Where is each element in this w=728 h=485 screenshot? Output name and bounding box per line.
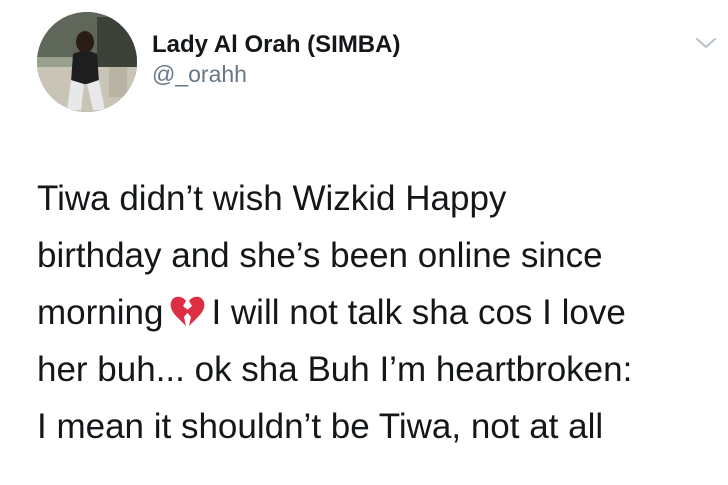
- tweet-text: Tiwa didn’t wish Wizkid Happy birthday a…: [37, 170, 717, 455]
- tweet-line-segment: morning: [37, 293, 164, 332]
- author-names: Lady Al Orah (SIMBA) @_orahh: [152, 30, 400, 88]
- user-handle[interactable]: @_orahh: [152, 60, 400, 88]
- profile-photo: [37, 12, 137, 112]
- avatar[interactable]: [37, 12, 137, 112]
- tweet-line: I mean it shouldn’t be Tiwa, not at all: [37, 407, 604, 446]
- tweet-line: morning I will not talk sha cos I love: [37, 284, 717, 341]
- tweet-line: her buh... ok sha Buh I’m heartbroken:: [37, 350, 633, 389]
- tweet-line-segment: I will not talk sha cos I love: [211, 293, 626, 332]
- chevron-down-icon[interactable]: [694, 34, 718, 52]
- tweet-card: Lady Al Orah (SIMBA) @_orahh Tiwa didn’t…: [0, 0, 728, 485]
- tweet-line: Tiwa didn’t wish Wizkid Happy: [37, 179, 507, 218]
- display-name[interactable]: Lady Al Orah (SIMBA): [152, 30, 400, 60]
- tweet-line: birthday and she’s been online since: [37, 236, 603, 275]
- broken-heart-icon: [171, 296, 205, 326]
